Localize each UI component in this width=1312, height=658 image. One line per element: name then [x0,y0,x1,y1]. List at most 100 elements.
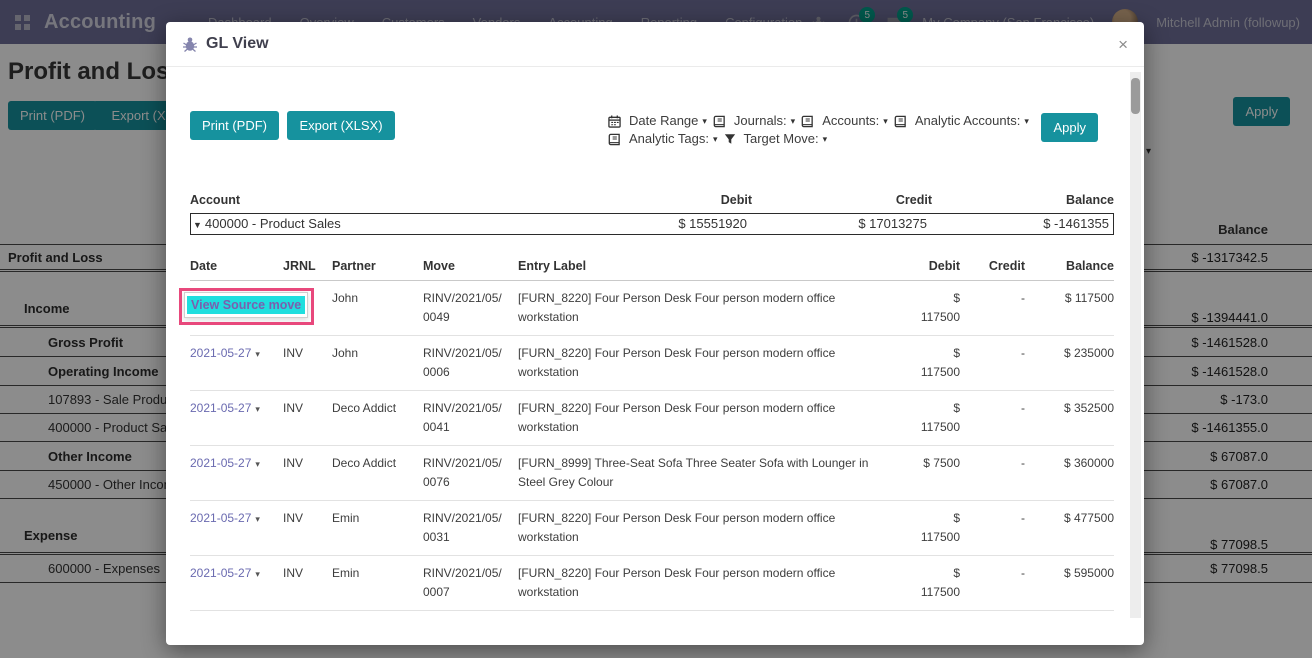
gl-lines-header-row: DateJRNLPartnerMoveEntry LabelDebitCredi… [190,255,1114,281]
filters-line-1: Date Range▾ Journals:▾ Accounts:▾ Analytic … [608,112,1028,130]
gl-line-date-link[interactable]: 2021-05-27▾ [190,509,270,547]
gl-line-credit: - [973,289,1025,327]
gl-line-partner: Deco Addict [332,399,410,437]
gl-lines-table: DateJRNLPartnerMoveEntry LabelDebitCredi… [190,255,1114,618]
bug-icon [182,36,198,52]
gl-line-debit: $ 117500 [912,564,960,602]
gl-header-partner: Partner [332,259,410,273]
modal-scrollbar[interactable] [1130,72,1141,618]
gl-line-move: RINV/​2021/​05/​0041 [423,399,505,437]
filter-accounts[interactable]: Accounts:▾ [801,112,888,130]
chevron-down-icon: ▼ [193,220,202,230]
modal-title: GL View [206,35,269,53]
gl-line-entry-label: [FURN_8220] Four Person Desk Four person… [518,289,899,327]
summary-balance-value: $ -1461355 [927,216,1109,231]
gl-line-row: 2021-05-27▾ INV Deco Addict RINV/​2021/​05/… [190,446,1114,501]
gl-line-balance: $ 235000 [1038,344,1114,382]
close-icon[interactable]: × [1118,36,1128,53]
filter-label: Target Move: [744,130,819,148]
gl-line-date-link[interactable]: 2021-05-27▾ [190,564,270,602]
gl-line-credit: - [973,564,1025,602]
gl-line-entry-label: [FURN_8220] Four Person Desk Four person… [518,509,899,547]
gl-line-row: 2021-05-27▾INVJohnRINV/​2021/​05/​0049[F… [190,281,1114,336]
filter-target-move[interactable]: Target Move:▾ [724,130,828,148]
gl-line-date-link[interactable]: 2021-05-27▾ [190,399,270,437]
chevron-down-icon: ▾ [823,130,828,148]
gl-line-row: 2021-05-27▾INVEminRINV/​2021/​05/​0007[F… [190,556,1114,611]
gl-line-journal: INV [283,454,319,492]
summary-header-debit: Debit [572,193,752,207]
gl-apply-button[interactable]: Apply [1041,113,1098,142]
gl-line-move: RINV/​2021/​05/​0076 [423,454,505,492]
calendar-icon [608,115,625,128]
gl-line-row: 2021-05-27▾ INV John RINV/​2021/​05/​0006 [F… [190,336,1114,391]
chevron-down-icon: ▾ [702,112,707,130]
gl-line-entry-label: [FURN_8220] Four Person Desk Four person… [518,344,899,382]
gl-header-balance: Balance [1038,259,1114,273]
filter-label: Analytic Accounts: [915,112,1021,130]
gl-line-journal: INV [283,509,319,547]
gl-export-xlsx-button[interactable]: Export (XLSX) [287,111,394,140]
gl-line-row: 2021-05-27▾ INV Deco Addict RINV/​2021/​05/… [190,391,1114,446]
filter-label: Analytic Tags: [629,130,709,148]
gl-line-journal: INV [283,344,319,382]
journal-icon [713,115,730,128]
gl-line-debit: $ 117500 [912,289,960,327]
gl-line-entry-label: [FURN_8220] Four Person Desk Four person… [518,564,899,602]
summary-debit-value: $ 15551920 [567,216,747,231]
chevron-down-icon: ▾ [255,404,260,414]
gl-filters: Date Range▾ Journals:▾ Accounts:▾ Analytic … [608,112,1028,148]
gl-line-move: RINV/​2021/​05/​0049 [423,289,505,327]
gl-line-move: RINV/​2021/​05/​0031 [423,509,505,547]
chevron-down-icon: ▾ [255,569,260,579]
date-dropdown-menu: View Source move [184,292,308,318]
filter-analytic-accounts[interactable]: Analytic Accounts:▾ [894,112,1029,130]
gl-line-entry-label: [FURN_8220] Four Person Desk Four person… [518,399,899,437]
gl-line-row: 2021-05-27▾ INV Emin RINV/​2021/​05/​0031 [F… [190,501,1114,556]
gl-line-credit: - [973,399,1025,437]
gl-line-debit: $ 117500 [912,509,960,547]
chevron-down-icon: ▾ [883,112,888,130]
gl-line-move: RINV/​2021/​05/​0007 [423,564,505,602]
gl-line-partner: John [332,289,410,327]
summary-credit-value: $ 17013275 [747,216,927,231]
journal-icon [801,115,818,128]
filter-analytic-tags[interactable]: Analytic Tags:▾ [608,130,718,148]
gl-line-debit: $ 117500 [912,344,960,382]
gl-lines-rows: 2021-05-27▾ INV John RINV/​2021/​05/​0049 [F… [190,281,1114,618]
gl-view-modal: GL View × Print (PDF) Export (XLSX) Date… [166,22,1144,645]
gl-line-partner: Deco Addict [332,454,410,492]
gl-header-entry-label: Entry Label [518,259,899,273]
gl-line-journal: INV [283,564,319,602]
modal-header: GL View × [166,22,1144,67]
chevron-down-icon: ▾ [255,459,260,469]
viewport: Accounting DashboardOverviewCustomersVen… [0,0,1312,658]
gl-line-credit: - [973,344,1025,382]
gl-line-debit: $ 117500 [912,399,960,437]
summary-account-toggle[interactable]: ▼400000 - Product Sales [193,216,567,231]
scrollbar-thumb[interactable] [1131,78,1140,114]
modal-body: Print (PDF) Export (XLSX) Date Range▾ Jou… [166,67,1144,618]
journal-icon [608,133,625,146]
filter-journals[interactable]: Journals:▾ [713,112,795,130]
account-summary-table: Account Debit Credit Balance ▼400000 - P… [190,189,1114,235]
summary-header-balance: Balance [932,193,1114,207]
gl-line-partner: John [332,344,410,382]
gl-line-move: RINV/​2021/​05/​0006 [423,344,505,382]
gl-toolbar: Print (PDF) Export (XLSX) Date Range▾ Jou… [190,111,1114,149]
gl-print-pdf-button[interactable]: Print (PDF) [190,111,279,140]
gl-line-journal: INV [283,399,319,437]
gl-line-balance: $ 352500 [1038,399,1114,437]
gl-header-date: Date [190,259,270,273]
gl-header-move: Move [423,259,505,273]
summary-account-row: ▼400000 - Product Sales $ 15551920 $ 170… [190,213,1114,235]
gl-line-date-link[interactable]: 2021-05-27▾ [190,344,270,382]
view-source-move-item[interactable]: View Source move [187,296,305,314]
chevron-down-icon: ▾ [1024,112,1029,130]
filter-date-range[interactable]: Date Range▾ [608,112,707,130]
gl-header-debit: Debit [912,259,960,273]
gl-line-balance: $ 595000 [1038,564,1114,602]
gl-line-balance: $ 477500 [1038,509,1114,547]
gl-line-partner: Emin [332,509,410,547]
gl-line-date-link[interactable]: 2021-05-27▾ [190,454,270,492]
